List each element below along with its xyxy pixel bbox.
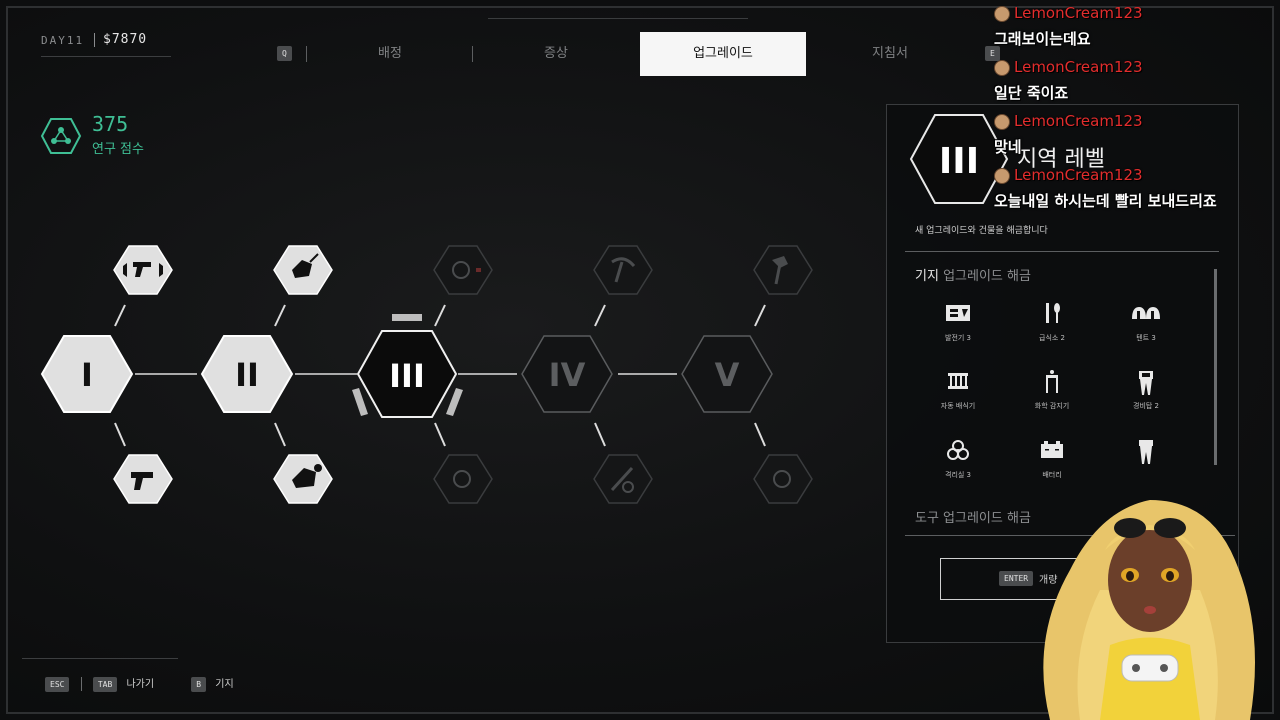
chat-message: LemonCream123 그래보이는데요 bbox=[994, 4, 1274, 58]
level-4-label: IV bbox=[549, 356, 586, 394]
tree-level-5[interactable]: V bbox=[681, 335, 773, 413]
tools-icon[interactable] bbox=[593, 454, 653, 504]
gun-sound-icon[interactable] bbox=[113, 245, 173, 295]
tree-level-2[interactable]: II bbox=[200, 335, 294, 413]
battery-icon bbox=[1007, 438, 1097, 468]
chat-user-avatar bbox=[994, 168, 1010, 184]
unlock-item[interactable]: 발전기 3 bbox=[913, 301, 1003, 343]
panel-level-label: III bbox=[939, 141, 979, 182]
unlock-item-label: 발전기 3 bbox=[945, 334, 971, 342]
unlock-item[interactable]: 화학 감지기 bbox=[1007, 369, 1097, 411]
b-key[interactable]: B bbox=[191, 677, 207, 692]
chat-username: LemonCream123 bbox=[1014, 58, 1143, 76]
level-2-label: II bbox=[235, 356, 259, 394]
base-label[interactable]: 기지 bbox=[215, 679, 233, 690]
unlock-item[interactable]: 텐트 3 bbox=[1101, 301, 1191, 343]
auto-fence-icon bbox=[913, 369, 1003, 399]
chat-text: 맞네 bbox=[994, 138, 1022, 156]
watchtower-icon bbox=[1101, 369, 1191, 399]
bottom-divider bbox=[22, 658, 178, 659]
vehicle-icon[interactable] bbox=[273, 454, 333, 504]
chat-user-avatar bbox=[994, 6, 1010, 22]
biohazard-icon bbox=[913, 438, 1003, 468]
level-5-label: V bbox=[715, 356, 740, 394]
unlock-item-label: 화학 감지기 bbox=[1034, 402, 1070, 410]
fire-vehicle-icon[interactable] bbox=[273, 245, 333, 295]
gun-icon[interactable] bbox=[113, 454, 173, 504]
chat-text: 일단 죽이죠 bbox=[994, 84, 1069, 102]
tree-level-4[interactable]: IV bbox=[521, 335, 613, 413]
bottom-controls: ESC TAB 나가기 B 기지 bbox=[45, 675, 234, 692]
grenade-icon[interactable] bbox=[433, 454, 493, 504]
pickaxe-icon[interactable] bbox=[593, 245, 653, 295]
bottom-separator bbox=[80, 677, 82, 691]
chat-text: 오늘내일 하시는데 빨리 보내드리죠 bbox=[994, 192, 1217, 210]
level-3-label: III bbox=[389, 357, 425, 395]
unlock-item[interactable] bbox=[1101, 438, 1191, 470]
unlock-item[interactable]: 경비탑 2 bbox=[1101, 369, 1191, 411]
esc-key[interactable]: ESC bbox=[45, 677, 70, 692]
tent-icon bbox=[1101, 301, 1191, 331]
panel-scrollbar[interactable] bbox=[1214, 269, 1217, 465]
streamer-avatar bbox=[1043, 500, 1255, 720]
tab-key[interactable]: TAB bbox=[92, 677, 118, 692]
section-base-suffix: 업그레이드 해금 bbox=[943, 269, 1031, 284]
tree-level-3[interactable]: III bbox=[352, 314, 463, 418]
chat-message: LemonCream123 오늘내일 하시는데 빨리 보내드리죠 bbox=[994, 166, 1274, 220]
upgrade-tree: I II III IV V bbox=[40, 245, 813, 504]
unlock-item-label: 급식소 2 bbox=[1039, 334, 1065, 342]
exit-label[interactable]: 나가기 bbox=[126, 679, 154, 690]
selection-marker bbox=[446, 388, 463, 416]
generator-icon bbox=[913, 301, 1003, 331]
cafeteria-icon bbox=[1007, 301, 1097, 331]
unlock-item-label: 텐트 3 bbox=[1136, 334, 1156, 342]
unlock-item-label: 격리실 3 bbox=[945, 471, 971, 479]
unlock-item-label: 경비탑 2 bbox=[1133, 402, 1159, 410]
grenade-icon[interactable] bbox=[433, 245, 493, 295]
chat-username: LemonCream123 bbox=[1014, 4, 1143, 22]
chat-username: LemonCream123 bbox=[1014, 112, 1143, 130]
selection-marker bbox=[352, 388, 368, 416]
chat-user-avatar bbox=[994, 114, 1010, 130]
level-1-label: I bbox=[81, 356, 93, 394]
panel-divider bbox=[905, 251, 1219, 252]
tower-icon bbox=[1101, 438, 1191, 468]
section-base-prefix: 기지 bbox=[915, 269, 939, 284]
stream-chat: LemonCream123 그래보이는데요 LemonCream123 일단 죽… bbox=[994, 4, 1274, 220]
unlock-item-label: 자동 배식기 bbox=[940, 402, 976, 410]
chat-user-avatar bbox=[994, 60, 1010, 76]
tree-level-1[interactable]: I bbox=[40, 335, 134, 413]
unlock-item[interactable]: 격리실 3 bbox=[913, 438, 1003, 480]
unlock-item[interactable]: 급식소 2 bbox=[1007, 301, 1097, 343]
chat-message: LemonCream123 맞네 bbox=[994, 112, 1274, 166]
grenade-icon[interactable] bbox=[753, 454, 813, 504]
axe-icon[interactable] bbox=[753, 245, 813, 295]
selection-marker bbox=[392, 314, 422, 321]
section-base-unlocks: 기지 업그레이드 해금 bbox=[915, 265, 1031, 284]
chat-text: 그래보이는데요 bbox=[994, 30, 1091, 48]
chat-username: LemonCream123 bbox=[1014, 166, 1143, 184]
unlock-item[interactable]: 자동 배식기 bbox=[913, 369, 1003, 411]
panel-description: 새 업그레이드와 건물을 해금합니다 bbox=[915, 226, 1048, 236]
chat-message: LemonCream123 일단 죽이죠 bbox=[994, 58, 1274, 112]
fire-sensor-icon bbox=[1007, 369, 1097, 399]
